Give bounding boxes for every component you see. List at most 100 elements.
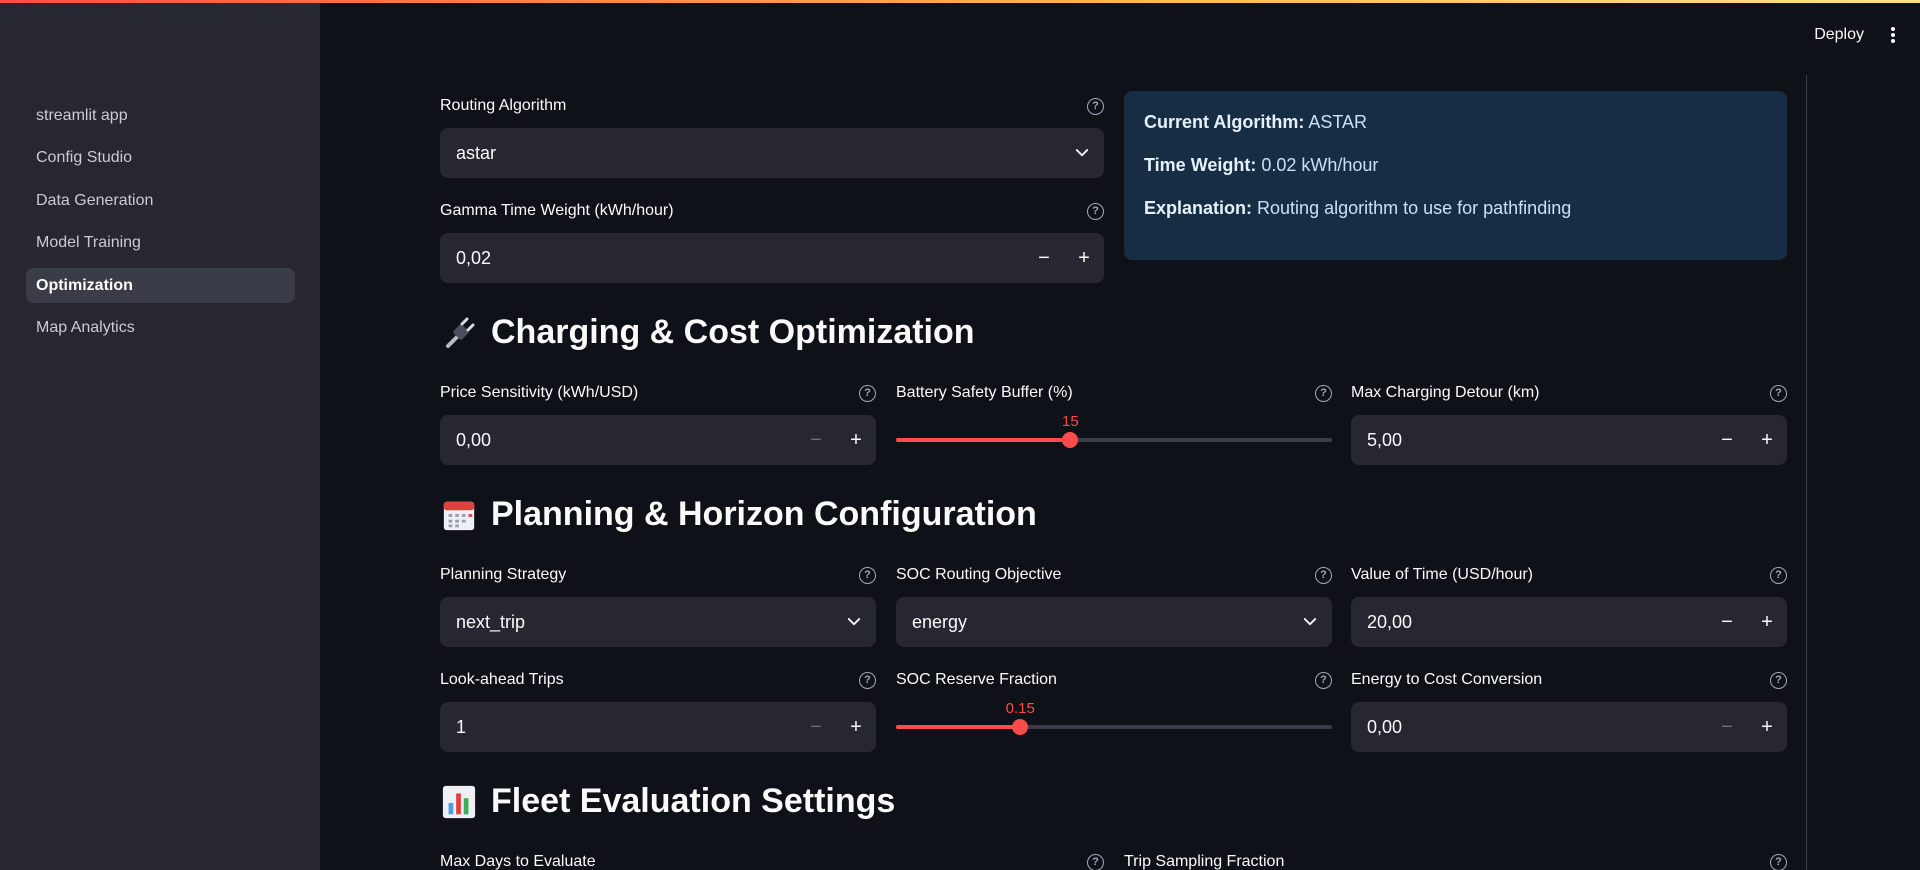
main-menu-icon[interactable] [1886,24,1900,46]
price-sensitivity-field: Price Sensitivity (kWh/USD) ? 0,00 − + [440,381,876,465]
charging-section-title: Charging & Cost Optimization [491,313,975,351]
slider-fill [896,725,1021,729]
slider-value: 0.15 [1005,700,1035,717]
routing-algorithm-value: astar [456,142,497,163]
sidebar-item-optimization[interactable]: Optimization [26,268,295,303]
battery-buffer-slider[interactable]: 15 [896,413,1332,465]
gamma-time-weight-field: Gamma Time Weight (kWh/hour) ? 0,02 − + [440,199,1104,283]
price-sensitivity-label: Price Sensitivity (kWh/USD) [440,384,639,401]
header-actions: Deploy [1814,24,1900,46]
help-icon[interactable]: ? [859,671,876,689]
decrement-button[interactable]: − [1707,415,1747,465]
sidebar-item-model-training[interactable]: Model Training [26,226,295,261]
sidebar-item-data-generation[interactable]: Data Generation [26,183,295,218]
plug-icon [440,314,478,352]
trip-sampling-field: Trip Sampling Fraction ? [1124,850,1787,870]
chevron-down-icon[interactable] [1288,613,1332,631]
info-current-algorithm: Current Algorithm: ASTAR [1144,112,1368,132]
value-of-time-field: Value of Time (USD/hour) ? 20,00 − + [1351,563,1787,647]
help-icon[interactable]: ? [1770,384,1787,402]
decrement-button[interactable]: − [796,415,836,465]
planning-strategy-label: Planning Strategy [440,566,567,583]
calendar-icon [440,496,478,534]
soc-objective-select[interactable]: energy [896,597,1332,647]
max-detour-value: 5,00 [1367,429,1403,450]
sidebar-item-streamlit-app[interactable]: streamlit app [26,98,295,133]
value-of-time-input[interactable]: 20,00 − + [1351,597,1787,647]
info-explanation: Explanation: Routing algorithm to use fo… [1144,198,1572,218]
help-icon[interactable]: ? [1315,566,1332,584]
decrement-button[interactable]: − [1024,233,1064,283]
chevron-down-icon[interactable] [1060,144,1104,162]
battery-buffer-field: Battery Safety Buffer (%) ? 15 [896,381,1332,465]
help-icon[interactable]: ? [859,384,876,402]
column-divider [1806,75,1807,870]
max-days-label: Max Days to Evaluate [440,853,596,870]
help-icon[interactable]: ? [1770,853,1787,870]
help-icon[interactable]: ? [1087,853,1104,870]
slider-thumb[interactable] [1062,432,1079,448]
help-icon[interactable]: ? [1770,566,1787,584]
lookahead-trips-value: 1 [456,716,467,737]
max-detour-input[interactable]: 5,00 − + [1351,415,1787,465]
algorithm-info-box: Current Algorithm: ASTAR Time Weight: 0.… [1124,91,1787,260]
slider-thumb[interactable] [1012,719,1029,735]
detour-stepper: − + [1707,415,1787,465]
energy-cost-input[interactable]: 0,00 − + [1351,702,1787,752]
increment-button[interactable]: + [1747,415,1787,465]
gamma-time-weight-input[interactable]: 0,02 − + [440,233,1104,283]
gamma-stepper: − + [1024,233,1104,283]
energy-cost-stepper: − + [1707,702,1787,752]
price-sensitivity-input[interactable]: 0,00 − + [440,415,876,465]
value-of-time-label: Value of Time (USD/hour) [1351,566,1533,583]
routing-algorithm-select[interactable]: astar [440,128,1104,178]
decrement-button[interactable]: − [1707,702,1747,752]
routing-algorithm-field: Routing Algorithm ? astar [440,94,1104,178]
lookahead-trips-input[interactable]: 1 − + [440,702,876,752]
planning-strategy-value: next_trip [456,611,526,632]
planning-section-heading: Planning & Horizon Configuration [440,495,1037,534]
slider-fill [896,438,1071,442]
increment-button[interactable]: + [836,702,876,752]
vot-stepper: − + [1707,597,1787,647]
help-icon[interactable]: ? [1087,97,1104,115]
chevron-down-icon[interactable] [832,613,876,631]
trip-sampling-label: Trip Sampling Fraction [1124,853,1285,870]
fleet-section-heading: Fleet Evaluation Settings [440,782,895,821]
help-icon[interactable]: ? [1087,202,1104,220]
planning-section-title: Planning & Horizon Configuration [491,495,1037,533]
decrement-button[interactable]: − [796,702,836,752]
decrement-button[interactable]: − [1707,597,1747,647]
soc-reserve-field: SOC Reserve Fraction ? 0.15 [896,668,1332,752]
price-stepper: − + [796,415,876,465]
fleet-section-title: Fleet Evaluation Settings [491,782,896,820]
max-detour-field: Max Charging Detour (km) ? 5,00 − + [1351,381,1787,465]
top-accent-bar [0,0,1920,3]
sidebar: streamlit app Config Studio Data Generat… [0,0,320,870]
increment-button[interactable]: + [1064,233,1104,283]
soc-objective-label: SOC Routing Objective [896,566,1062,583]
sidebar-item-config-studio[interactable]: Config Studio [26,141,295,176]
deploy-button[interactable]: Deploy [1814,26,1864,44]
planning-strategy-field: Planning Strategy ? next_trip [440,563,876,647]
help-icon[interactable]: ? [1315,671,1332,689]
energy-cost-field: Energy to Cost Conversion ? 0,00 − + [1351,668,1787,752]
gamma-time-weight-label: Gamma Time Weight (kWh/hour) [440,202,674,219]
planning-strategy-select[interactable]: next_trip [440,597,876,647]
price-sensitivity-value: 0,00 [456,429,492,450]
energy-cost-label: Energy to Cost Conversion [1351,671,1543,688]
lookahead-trips-field: Look-ahead Trips ? 1 − + [440,668,876,752]
soc-objective-value: energy [912,611,968,632]
lookahead-stepper: − + [796,702,876,752]
increment-button[interactable]: + [836,415,876,465]
help-icon[interactable]: ? [1315,384,1332,402]
help-icon[interactable]: ? [1770,671,1787,689]
info-time-weight: Time Weight: 0.02 kWh/hour [1144,155,1379,175]
increment-button[interactable]: + [1747,597,1787,647]
lookahead-trips-label: Look-ahead Trips [440,671,564,688]
increment-button[interactable]: + [1747,702,1787,752]
sidebar-item-map-analytics[interactable]: Map Analytics [26,311,295,346]
soc-reserve-slider[interactable]: 0.15 [896,700,1332,752]
help-icon[interactable]: ? [859,566,876,584]
max-detour-label: Max Charging Detour (km) [1351,384,1540,401]
